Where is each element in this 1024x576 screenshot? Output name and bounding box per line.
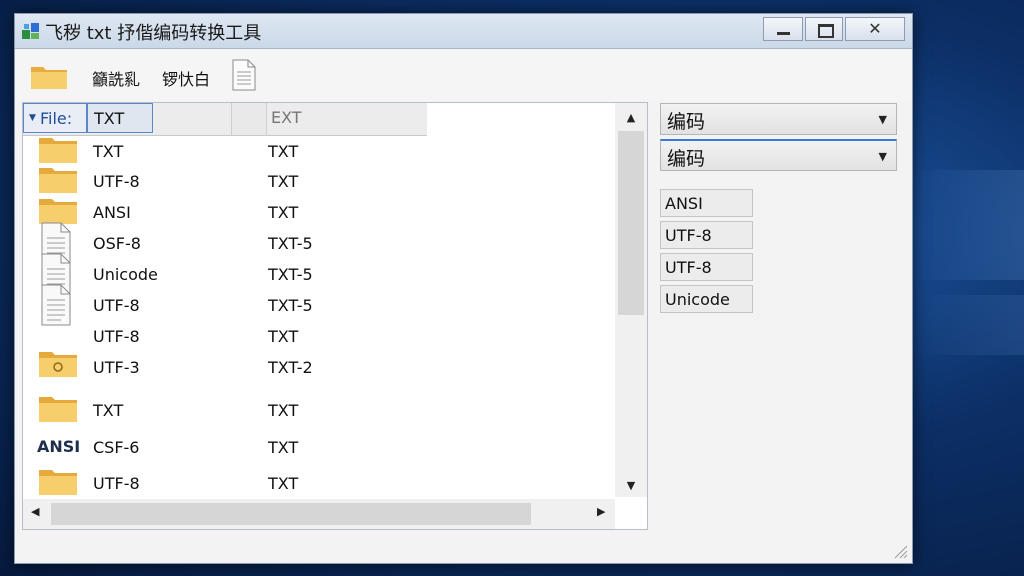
list-item[interactable]: TXT TXT xyxy=(23,137,613,167)
list-item-name: TXT xyxy=(93,142,124,161)
list-item[interactable]: OSF-8 TXT-5 xyxy=(23,222,613,264)
chevron-down-icon: ▼ xyxy=(29,113,36,123)
encoding-option-ansi[interactable]: ANSI xyxy=(660,189,753,217)
horizontal-scrollbar[interactable]: ◀ ▶ xyxy=(23,499,615,529)
file-filter-label: File: xyxy=(40,109,73,128)
minimize-button[interactable] xyxy=(763,17,803,41)
new-document-button[interactable] xyxy=(231,59,257,91)
scroll-right-icon[interactable]: ▶ xyxy=(597,505,605,518)
open-folder-button[interactable] xyxy=(29,61,69,91)
app-icon xyxy=(22,23,39,39)
list-item-ext: TXT xyxy=(268,327,299,346)
vertical-scroll-thumb[interactable] xyxy=(618,131,644,315)
list-item-ext: TXT xyxy=(268,172,299,191)
file-list[interactable]: ▼ File: TXT EXT TXT TXT UTF-8 TXT ANSI TXT OSF… xyxy=(22,102,648,530)
desktop-light-streak xyxy=(912,170,1024,280)
column-header-spacer xyxy=(231,103,267,135)
encoding-option-utf8-2[interactable]: UTF-8 xyxy=(660,253,753,281)
list-item[interactable]: ANSI TXT xyxy=(23,198,613,228)
column-header-name[interactable]: TXT xyxy=(87,103,153,133)
encoding-combo-2-value: 编码 xyxy=(667,148,706,170)
list-item-name: OSF-8 xyxy=(93,234,141,253)
scroll-down-icon[interactable]: ▼ xyxy=(615,479,647,492)
list-item-ext: TXT-2 xyxy=(268,358,313,377)
toolbar: 籲詵乿 锣忕白 xyxy=(15,49,912,101)
list-item[interactable]: UTF-8 TXT xyxy=(23,469,613,499)
close-icon: ✕ xyxy=(868,19,882,38)
vertical-scrollbar[interactable]: ▲ ▼ xyxy=(615,103,647,497)
list-item-name: UTF-8 xyxy=(93,474,140,493)
folder-icon xyxy=(37,392,79,428)
list-item[interactable]: ANSI CSF-6 TXT xyxy=(23,433,613,463)
scroll-left-icon[interactable]: ◀ xyxy=(31,505,39,518)
list-item-ext: TXT-5 xyxy=(268,265,313,284)
list-item-ext: TXT-5 xyxy=(268,234,313,253)
toolbar-button-1[interactable]: 籲詵乿 xyxy=(92,66,140,90)
horizontal-scroll-thumb[interactable] xyxy=(51,503,531,525)
list-item-name: UTF-8 xyxy=(93,327,140,346)
list-item-ext: TXT xyxy=(268,401,299,420)
list-item-ext: TXT xyxy=(268,142,299,161)
encoding-option-utf8[interactable]: UTF-8 xyxy=(660,221,753,249)
maximize-button[interactable] xyxy=(805,17,843,41)
desktop-light-streak xyxy=(912,295,1024,355)
list-item[interactable]: UTF-8 TXT xyxy=(23,167,613,197)
list-item[interactable]: UTF-8 TXT-5 xyxy=(23,284,613,326)
column-header-ext[interactable]: EXT xyxy=(271,108,302,127)
toolbar-button-2[interactable]: 锣忕白 xyxy=(162,66,210,90)
encoding-combo-2[interactable]: 编码 ▼ xyxy=(660,139,897,171)
list-item-ext: TXT xyxy=(268,203,299,222)
folder-icon xyxy=(37,465,79,501)
encoding-option-unicode[interactable]: Unicode xyxy=(660,285,753,313)
list-item[interactable]: UTF-3 TXT-2 xyxy=(23,352,613,383)
list-item-name: CSF-6 xyxy=(93,438,140,457)
scroll-up-icon[interactable]: ▲ xyxy=(615,111,647,124)
chevron-down-icon: ▼ xyxy=(878,150,887,163)
folder-open-icon xyxy=(37,347,79,383)
file-filter-dropdown[interactable]: ▼ File: xyxy=(23,103,87,133)
list-item-name: TXT xyxy=(93,401,124,420)
list-item-ext: TXT-5 xyxy=(268,296,313,315)
list-item-name: Unicode xyxy=(93,265,158,284)
app-window: 飞秽 txt 抒偕编码转换工具 ✕ 籲詵乿 锣忕白 ▼ File: TXT EX… xyxy=(14,13,913,564)
window-title: 飞秽 txt 抒偕编码转换工具 xyxy=(45,23,262,44)
list-item[interactable]: Unicode TXT-5 xyxy=(23,253,613,295)
list-item-name: UTF-3 xyxy=(93,358,140,377)
list-item-ext: TXT xyxy=(268,474,299,493)
chevron-down-icon: ▼ xyxy=(878,113,887,126)
list-item-ext: TXT xyxy=(268,438,299,457)
list-item-name: UTF-8 xyxy=(93,172,140,191)
encoding-combo-1[interactable]: 编码 ▼ xyxy=(660,103,897,135)
resize-grip-icon[interactable] xyxy=(892,543,908,559)
list-header: ▼ File: TXT EXT xyxy=(23,103,427,136)
title-bar[interactable]: 飞秽 txt 抒偕编码转换工具 ✕ xyxy=(15,14,912,49)
list-item[interactable]: TXT TXT xyxy=(23,396,613,426)
list-item[interactable]: UTF-8 TXT xyxy=(23,322,613,352)
ansi-text-icon: ANSI xyxy=(37,437,81,456)
close-button[interactable]: ✕ xyxy=(845,17,905,41)
encoding-combo-1-value: 编码 xyxy=(667,111,706,133)
list-item-name: UTF-8 xyxy=(93,296,140,315)
list-item-name: ANSI xyxy=(93,203,131,222)
